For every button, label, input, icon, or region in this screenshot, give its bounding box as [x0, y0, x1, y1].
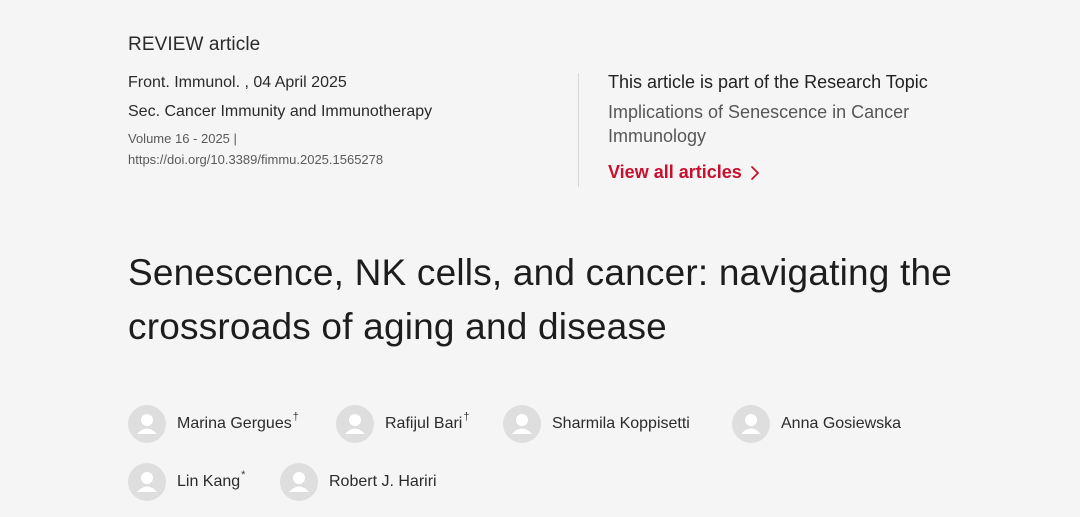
author-mark: †: [463, 411, 470, 423]
user-avatar-icon: [128, 463, 166, 501]
article-title: Senescence, NK cells, and cancer: naviga…: [128, 252, 953, 347]
view-all-label: View all articles: [608, 162, 742, 182]
volume-info: Volume 16 - 2025 |: [128, 131, 237, 146]
user-avatar-icon: [280, 463, 318, 501]
user-avatar-icon: [732, 405, 770, 443]
author-rafijul-bari[interactable]: Rafijul Bari †: [336, 405, 469, 443]
view-all-articles-link[interactable]: View all articles: [608, 162, 760, 183]
author-name: Lin Kang: [177, 473, 241, 490]
author-lin-kang[interactable]: Lin Kang *: [128, 463, 245, 501]
author-marina-gergues[interactable]: Marina Gergues †: [128, 405, 299, 443]
journal-date: Front. Immunol. , 04 April 2025: [128, 74, 347, 91]
author-name: Anna Gosiewska: [781, 415, 902, 432]
author-name: Marina Gergues: [177, 415, 292, 432]
vertical-divider: [578, 73, 579, 187]
author-robert-hariri[interactable]: Robert J. Hariri: [280, 463, 438, 501]
author-name: Rafijul Bari: [385, 415, 463, 432]
chevron-right-icon: [750, 165, 760, 181]
user-avatar-icon: [336, 405, 374, 443]
author-anna-gosiewska[interactable]: Anna Gosiewska: [732, 405, 902, 443]
author-mark: *: [241, 469, 246, 481]
author-name: Sharmila Koppisetti: [552, 415, 690, 432]
research-topic-link[interactable]: Implications of Senescence in Cancer Imm…: [608, 100, 968, 148]
author-mark: †: [292, 411, 299, 423]
journal-section[interactable]: Sec. Cancer Immunity and Immunotherapy: [128, 103, 432, 121]
author-name: Robert J. Hariri: [329, 473, 437, 490]
author-sharmila-koppisetti[interactable]: Sharmila Koppisetti: [503, 405, 691, 443]
article-type-label: REVIEW article: [128, 34, 261, 55]
user-avatar-icon: [503, 405, 541, 443]
user-avatar-icon: [128, 405, 166, 443]
doi-link[interactable]: https://doi.org/10.3389/fimmu.2025.15652…: [128, 152, 383, 167]
research-topic-heading: This article is part of the Research Top…: [608, 72, 928, 92]
